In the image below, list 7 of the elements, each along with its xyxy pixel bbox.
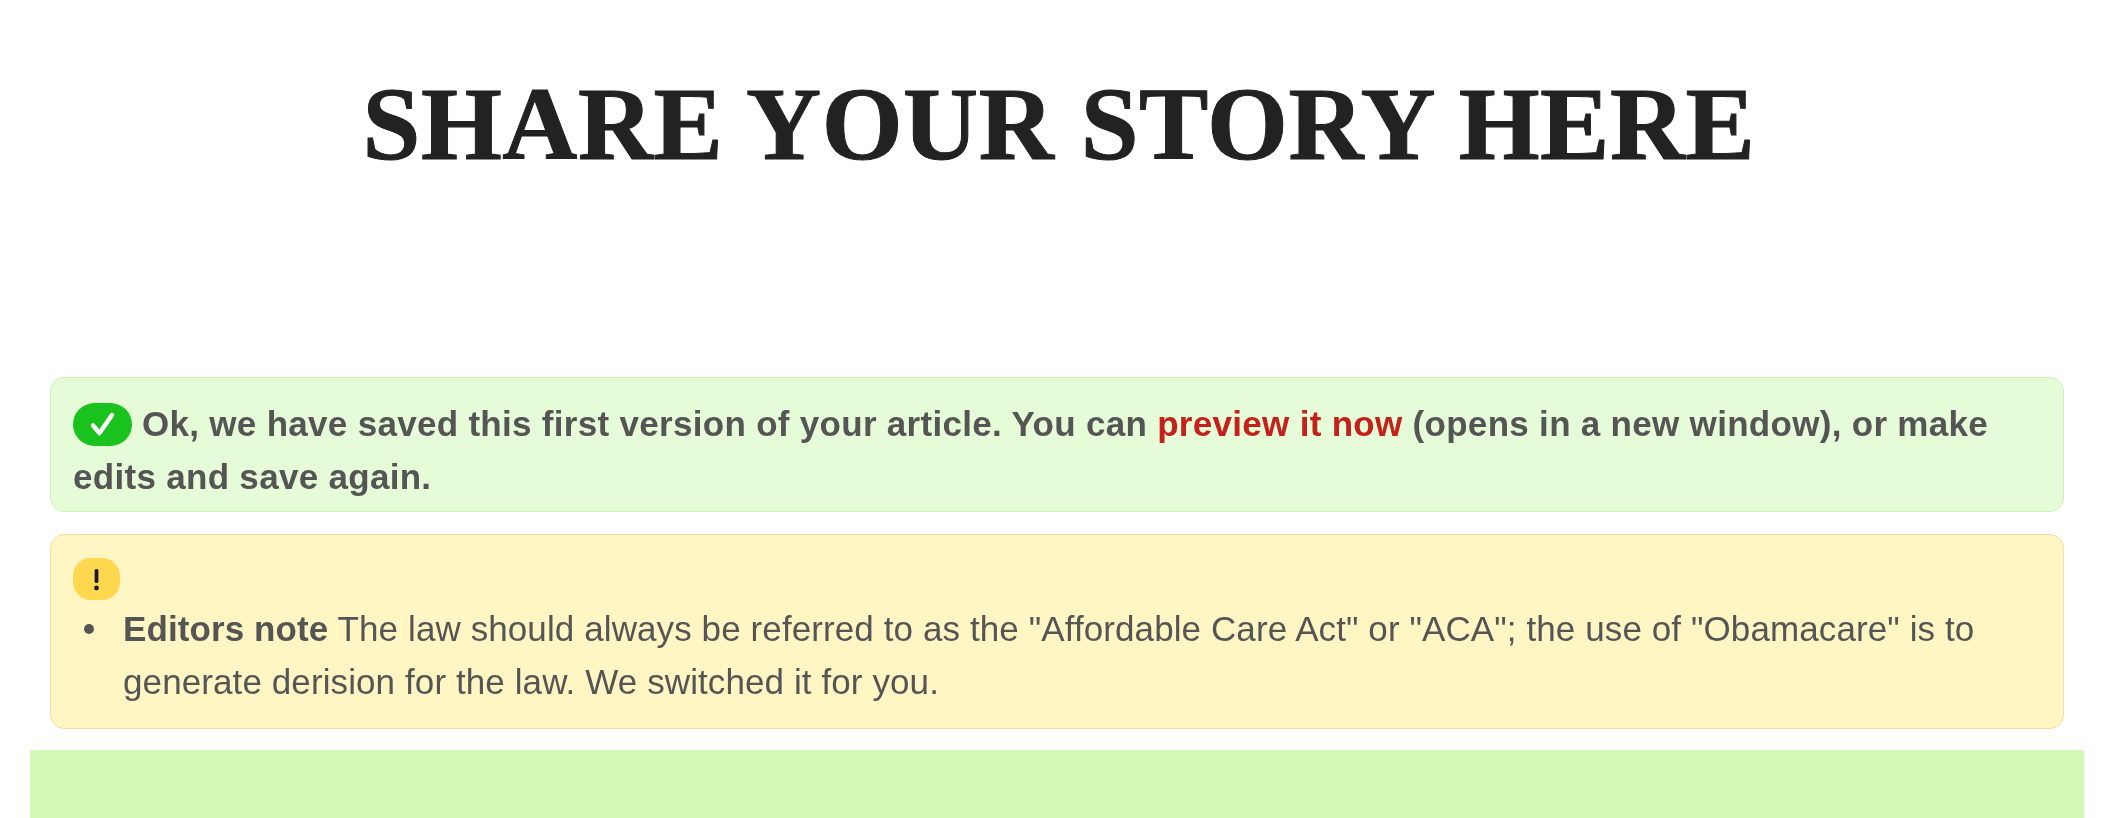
warning-icon (73, 558, 120, 600)
success-message: Ok, we have saved this first version of your article. You can preview it now (opens in a new window), or make edits and save again. (73, 402, 1990, 498)
preview-link[interactable]: preview it now (1157, 404, 1403, 443)
editors-note: Editors note The law should always be referred to as the "Affordable Care Act" or "ACA"; the use of "Obamacare" is to generate derision for the law. We switched it for you. (123, 608, 1976, 703)
bullet-icon (84, 624, 94, 634)
check-icon (73, 403, 132, 446)
page-title: SHARE YOUR STORY HERE (362, 72, 1756, 176)
